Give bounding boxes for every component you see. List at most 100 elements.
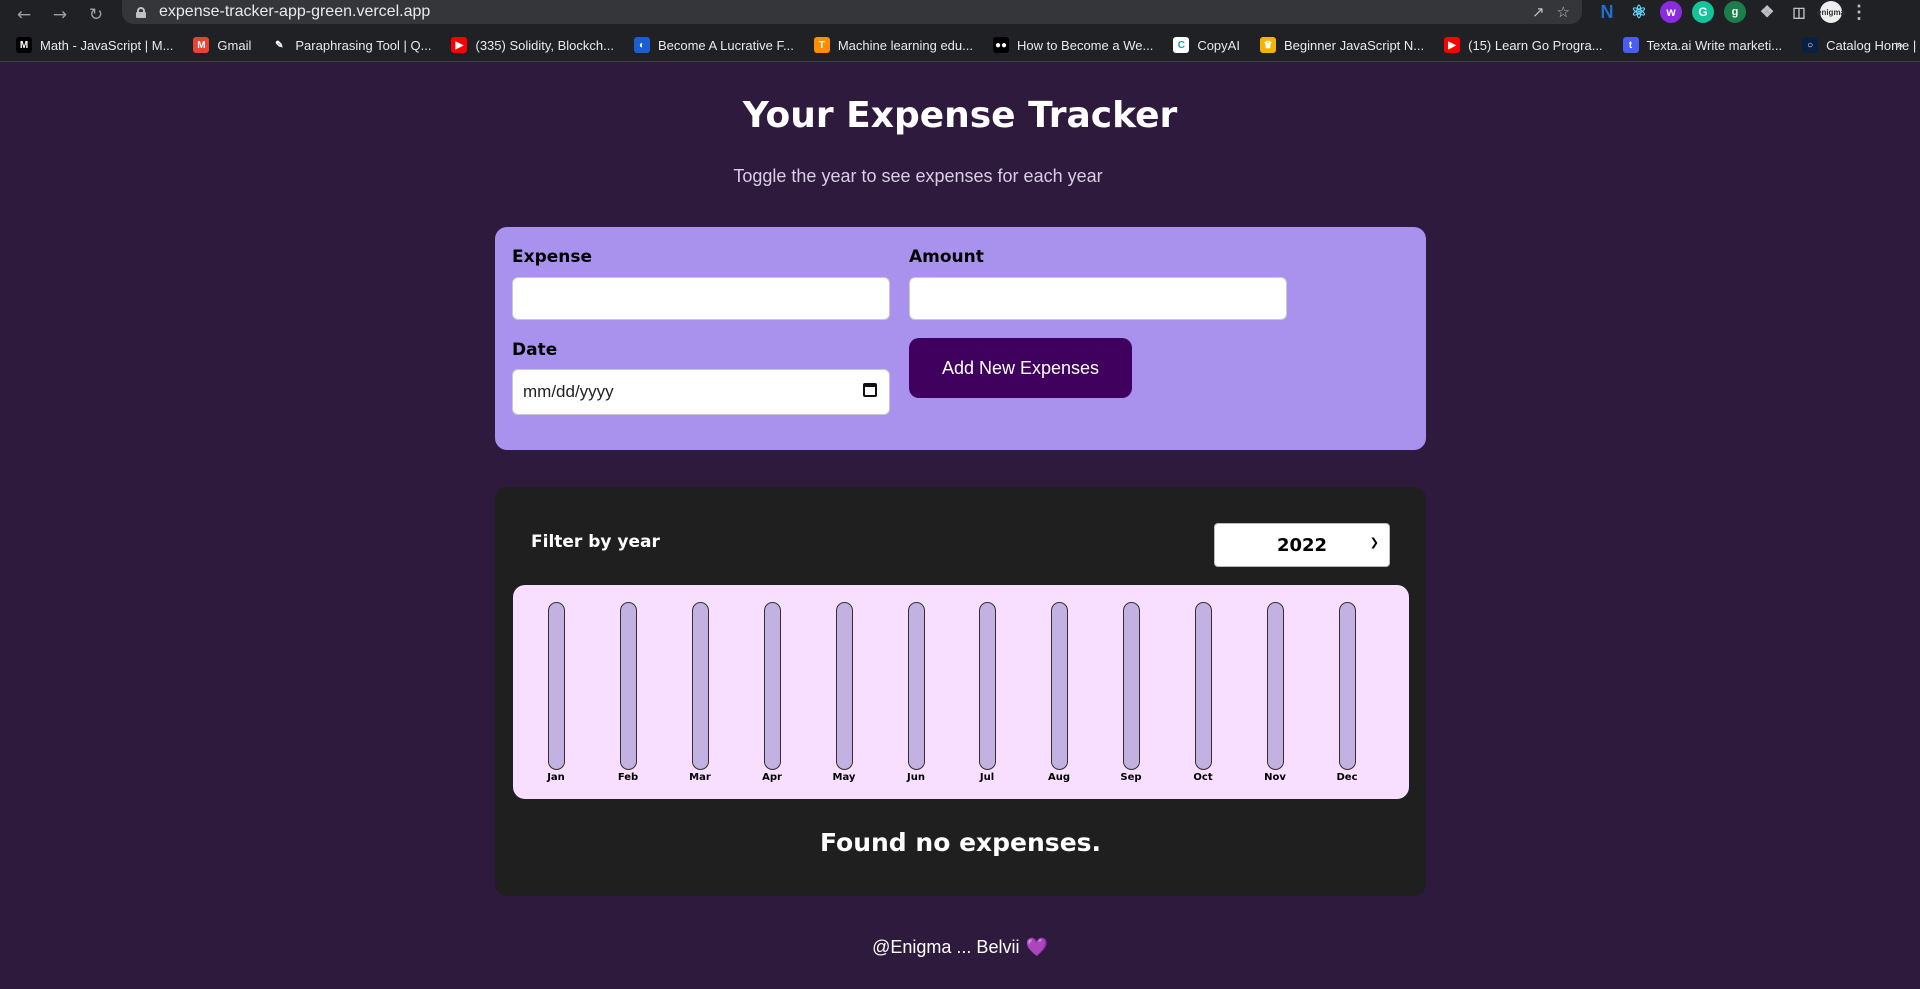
kebab-menu-icon[interactable]: ⋮ (1850, 1, 1868, 23)
bookmark-favicon-icon: C (1173, 37, 1190, 53)
chevron-down-icon: ❯ (1369, 536, 1379, 549)
share-icon[interactable]: ↗ (1532, 3, 1545, 21)
bookmark-favicon-icon: ✎ (271, 37, 288, 53)
empty-state-message: Found no expenses. (819, 828, 1102, 857)
footer: @Enigma ... Belvii 💜 (0, 937, 1920, 958)
amount-input[interactable] (909, 277, 1287, 320)
chart-bar: May (829, 602, 859, 783)
reload-icon[interactable]: ↻ (78, 0, 114, 29)
grammarly-icon[interactable]: G (1692, 1, 1714, 23)
url-text: expense-tracker-app-green.vercel.app (159, 3, 431, 20)
selected-year: 2022 (1276, 534, 1328, 556)
back-arrow-icon[interactable]: ← (6, 0, 42, 29)
chart-bar: Nov (1260, 602, 1290, 783)
bar-track (907, 602, 925, 770)
bookmark-item[interactable]: ♛ Beginner JavaScript N... (1259, 37, 1425, 53)
chart-bar: Jun (901, 602, 931, 783)
bar-track (1194, 602, 1212, 770)
bar-month-label: Mar (689, 772, 711, 783)
chart-bar: Dec (1332, 602, 1362, 783)
bar-track (763, 602, 781, 770)
chart-bar: Feb (613, 602, 643, 783)
bookmark-item[interactable]: M Math - JavaScript | M... (16, 37, 173, 53)
bar-track (691, 602, 709, 770)
bookmark-label: CopyAI (1197, 37, 1240, 53)
bar-month-label: Apr (762, 772, 782, 783)
bookmark-favicon-icon: t (1622, 37, 1639, 53)
bar-track (1266, 602, 1284, 770)
extension-n-icon[interactable]: N (1596, 1, 1618, 23)
page-title: Your Expense Tracker (742, 95, 1178, 136)
bookmark-item[interactable]: ▶ (335) Solidity, Blockch... (451, 37, 614, 53)
chart-bar: Apr (757, 602, 787, 783)
date-label: Date (512, 340, 558, 360)
side-panel-icon[interactable]: ◫ (1788, 1, 1810, 23)
new-expense-form: Expense Amount Date mm/dd/yyyy Add New E… (495, 227, 1426, 450)
bookmark-label: Become A Lucrative F... (657, 37, 794, 53)
more-bookmarks-icon[interactable]: » (1895, 36, 1904, 54)
bar-track (1122, 602, 1140, 770)
bar-month-label: May (832, 772, 856, 783)
bookmark-label: Beginner JavaScript N... (1283, 37, 1425, 53)
chart-bar: Jan (541, 602, 571, 783)
bookmark-favicon-icon: ▶ (1444, 37, 1461, 53)
page-subtitle: Toggle the year to see expenses for each… (733, 166, 1103, 186)
extensions-area: N ⚛ w G g ❖ ◫ enigma ⋮ (1596, 0, 1868, 24)
chart-bar: Mar (685, 602, 715, 783)
bookmark-favicon-icon: T (813, 37, 830, 53)
amount-label: Amount (909, 247, 984, 267)
browser-toolbar: ← → ↻ expense-tracker-app-green.vercel.a… (0, 0, 1920, 29)
bar-month-label: Nov (1264, 772, 1286, 783)
extension-w-icon[interactable]: w (1660, 1, 1682, 23)
bar-track (547, 602, 565, 770)
expense-input[interactable] (512, 277, 890, 320)
bookmark-item[interactable]: ▶ (15) Learn Go Progra... (1444, 37, 1603, 53)
bookmark-label: Gmail (217, 37, 252, 53)
profile-avatar-icon[interactable]: enigma (1817, 1, 1845, 23)
bar-month-label: Jun (907, 772, 925, 783)
address-bar[interactable]: expense-tracker-app-green.vercel.app ↗ ☆ (122, 0, 1582, 24)
year-select[interactable]: 2022 ❯ (1214, 523, 1390, 567)
bookmark-favicon-icon: M (193, 37, 210, 53)
bookmark-label: (15) Learn Go Progra... (1468, 37, 1603, 53)
bar-month-label: Sep (1120, 772, 1142, 783)
bookmark-favicon-icon: ○ (1802, 37, 1819, 53)
calendar-icon[interactable] (863, 383, 877, 397)
bookmark-item[interactable]: t Texta.ai Write marketi... (1622, 37, 1783, 53)
bookmark-label: Machine learning edu... (837, 37, 973, 53)
bar-track (619, 602, 637, 770)
bookmark-label: How to Become a We... (1016, 37, 1154, 53)
forward-arrow-icon[interactable]: → (42, 0, 78, 29)
star-icon[interactable]: ☆ (1557, 3, 1570, 21)
bookmark-item[interactable]: T Machine learning edu... (813, 37, 973, 53)
bookmark-favicon-icon: ◐ (633, 37, 650, 53)
bookmark-label: Texta.ai Write marketi... (1646, 37, 1783, 53)
bar-month-label: Dec (1336, 772, 1358, 783)
bookmark-favicon-icon: M (16, 37, 32, 53)
chart-bar: Oct (1188, 602, 1218, 783)
extension-green-icon[interactable]: g (1724, 1, 1746, 23)
bookmark-item[interactable]: ◐ Become A Lucrative F... (633, 37, 794, 53)
bookmark-item[interactable]: M Gmail (193, 37, 251, 53)
bookmark-label: (335) Solidity, Blockch... (475, 37, 614, 53)
bookmark-favicon-icon: ●● (992, 37, 1009, 53)
bookmark-item[interactable]: ●● How to Become a We... (992, 37, 1154, 53)
react-devtools-icon[interactable]: ⚛ (1628, 1, 1650, 23)
expenses-panel: Filter by year 2022 ❯ Jan Feb Mar Apr May Jun… (495, 487, 1426, 896)
bar-track (1050, 602, 1068, 770)
chart-bar: Sep (1116, 602, 1146, 783)
date-input[interactable]: mm/dd/yyyy (512, 369, 890, 415)
bookmark-favicon-icon: ▶ (451, 37, 468, 53)
lock-icon (136, 6, 146, 18)
date-placeholder: mm/dd/yyyy (523, 382, 614, 401)
bookmark-item[interactable]: ✎ Paraphrasing Tool | Q... (271, 37, 431, 53)
bookmark-label: Catalog Home | Code... (1826, 37, 1920, 53)
add-expense-button[interactable]: Add New Expenses (909, 338, 1132, 398)
bookmark-item[interactable]: C CopyAI (1173, 37, 1240, 53)
bar-month-label: Feb (617, 772, 639, 783)
bar-track (978, 602, 996, 770)
filter-label: Filter by year (531, 532, 660, 552)
bar-track (1338, 602, 1356, 770)
puzzle-icon[interactable]: ❖ (1756, 1, 1778, 23)
bookmark-label: Paraphrasing Tool | Q... (295, 37, 432, 53)
